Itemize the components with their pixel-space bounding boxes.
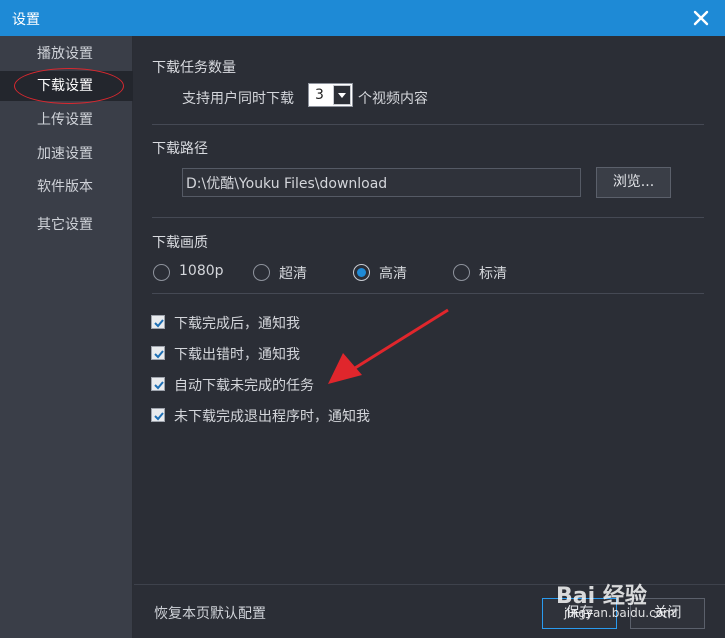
- select-value: 3: [315, 87, 324, 103]
- radio-1080p[interactable]: [153, 264, 170, 281]
- chevron-down-icon[interactable]: [333, 85, 351, 105]
- section-title-quality: 下载画质: [152, 235, 208, 251]
- section-title-download-path: 下载路径: [152, 141, 208, 157]
- check-icon: [154, 350, 164, 359]
- sidebar-item-label: 播放设置: [37, 46, 93, 62]
- notify-exit-label: 未下载完成退出程序时，通知我: [174, 409, 370, 425]
- sidebar-item-upload[interactable]: 上传设置: [0, 105, 133, 135]
- cancel-button[interactable]: 关闭: [630, 598, 705, 629]
- radio-label-sd: 标清: [479, 266, 507, 282]
- title-bar: 设置: [0, 0, 725, 36]
- sidebar-item-label: 软件版本: [37, 179, 93, 195]
- concurrent-downloads-suffix: 个视频内容: [358, 91, 428, 107]
- radio-label-super-hd: 超清: [279, 266, 307, 282]
- notify-complete-label: 下载完成后，通知我: [174, 316, 300, 332]
- notify-error-checkbox[interactable]: [151, 346, 165, 360]
- auto-resume-checkbox[interactable]: [151, 377, 165, 391]
- divider: [152, 124, 704, 125]
- divider: [152, 293, 704, 294]
- concurrent-downloads-select[interactable]: 3: [308, 83, 353, 107]
- radio-sd[interactable]: [453, 264, 470, 281]
- sidebar-item-label: 下载设置: [37, 78, 93, 94]
- save-button[interactable]: 保存: [542, 598, 617, 629]
- sidebar-item-acceleration[interactable]: 加速设置: [0, 139, 133, 169]
- sidebar-item-playback[interactable]: 播放设置: [0, 39, 133, 69]
- sidebar-item-label: 上传设置: [37, 112, 93, 128]
- sidebar-item-download[interactable]: 下载设置: [0, 68, 133, 104]
- section-title-download-count: 下载任务数量: [152, 60, 236, 76]
- notify-exit-checkbox[interactable]: [151, 408, 165, 422]
- settings-sidebar: 播放设置 下载设置 上传设置 加速设置 软件版本 其它设置: [0, 36, 133, 638]
- window-title: 设置: [12, 12, 40, 28]
- close-icon[interactable]: [691, 8, 711, 28]
- radio-label-1080p: 1080p: [179, 263, 224, 279]
- auto-resume-label: 自动下载未完成的任务: [174, 378, 314, 394]
- divider: [152, 217, 704, 218]
- browse-button[interactable]: 浏览...: [596, 167, 671, 198]
- check-icon: [154, 412, 164, 421]
- notify-error-label: 下载出错时，通知我: [174, 347, 300, 363]
- check-icon: [154, 319, 164, 328]
- sidebar-item-label: 加速设置: [37, 146, 93, 162]
- sidebar-item-version[interactable]: 软件版本: [0, 172, 133, 202]
- concurrent-downloads-label: 支持用户同时下载: [182, 91, 294, 107]
- download-path-input[interactable]: [182, 168, 581, 197]
- radio-super-hd[interactable]: [253, 264, 270, 281]
- dialog-footer: 恢复本页默认配置 保存 关闭: [134, 584, 725, 638]
- radio-hd[interactable]: [353, 264, 370, 281]
- radio-label-hd: 高清: [379, 266, 407, 282]
- settings-content: 下载任务数量 支持用户同时下载 3 个视频内容 下载路径 浏览... 下载画质 …: [134, 36, 725, 584]
- check-icon: [154, 381, 164, 390]
- restore-defaults-link[interactable]: 恢复本页默认配置: [154, 603, 266, 623]
- notify-complete-checkbox[interactable]: [151, 315, 165, 329]
- sidebar-item-other[interactable]: 其它设置: [0, 210, 133, 240]
- sidebar-item-label: 其它设置: [37, 217, 93, 233]
